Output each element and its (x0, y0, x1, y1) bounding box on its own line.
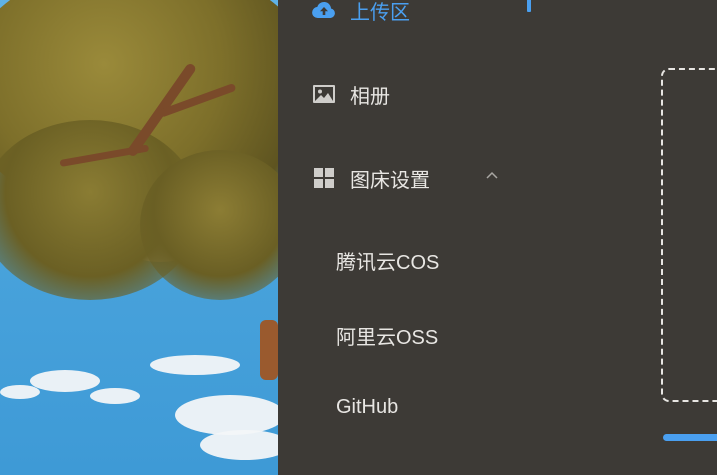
menu-item-label: 相册 (350, 85, 390, 108)
background-photo (0, 0, 278, 475)
grid-icon (312, 166, 336, 190)
chevron-up-icon (486, 171, 498, 179)
menu-item-label: 上传区 (350, 1, 410, 24)
upload-dropzone[interactable] (661, 68, 717, 402)
cloud-upload-icon (312, 0, 336, 22)
submenu-item-aliyun-oss[interactable]: 阿里云OSS (336, 321, 438, 350)
submenu-item-tencent-cos[interactable]: 腾讯云COS (336, 246, 439, 275)
sidebar: 上传区 相册 图床设置 腾讯云COS 阿里云OSS GitHub (278, 0, 717, 475)
active-indicator (527, 0, 531, 12)
menu-item-label: 图床设置 (350, 169, 430, 192)
upload-progress-bar (663, 434, 717, 441)
submenu-item-github[interactable]: GitHub (336, 396, 398, 419)
image-icon (312, 82, 336, 106)
